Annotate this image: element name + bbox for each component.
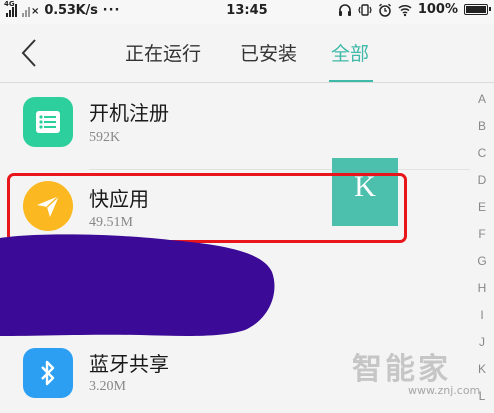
index-letter[interactable]: A: [470, 92, 494, 106]
signal-icon: 4G: [4, 0, 17, 17]
tab-running[interactable]: 正在运行: [125, 39, 201, 66]
tab-all[interactable]: 全部: [331, 39, 369, 66]
watermark: 智能家 www.znj.com: [352, 340, 492, 406]
battery-icon: [464, 4, 491, 15]
net-speed: 0.53K/s: [44, 3, 98, 18]
index-letter[interactable]: B: [470, 119, 494, 133]
status-right: 100%: [338, 2, 491, 17]
index-letter[interactable]: H: [470, 281, 494, 295]
index-letter[interactable]: D: [470, 173, 494, 187]
status-bar: 4G × 0.53K/s ··· 13:45 100%: [0, 0, 494, 24]
index-letter[interactable]: E: [470, 200, 494, 214]
network-type: 4G: [4, 0, 15, 8]
battery-level: [466, 6, 486, 13]
app-name: 蓝牙共享: [89, 352, 169, 376]
tab-installed[interactable]: 已安装: [240, 39, 297, 66]
wifi-icon: [398, 3, 412, 17]
back-button[interactable]: [12, 36, 46, 70]
index-letter[interactable]: I: [470, 308, 494, 322]
app-size: 592K: [89, 130, 121, 145]
vibrate-icon: [358, 3, 372, 17]
index-letter[interactable]: C: [470, 146, 494, 160]
watermark-url: www.znj.com: [408, 384, 481, 397]
list-divider: [89, 169, 470, 170]
list-item-boot-registration[interactable]: 开机注册 592K: [0, 93, 470, 163]
list-icon: [23, 97, 73, 147]
watermark-text: 智能家: [352, 352, 451, 387]
alarm-icon: [378, 3, 392, 17]
chevron-left-icon: [21, 39, 36, 67]
bluetooth-icon: [23, 348, 73, 398]
no-signal-icon: ×: [22, 4, 39, 17]
tab-bar: 正在运行 已安装 全部: [0, 24, 494, 82]
app-name: 开机注册: [89, 101, 169, 125]
status-left: 4G × 0.53K/s ···: [4, 0, 121, 18]
index-letter[interactable]: G: [470, 254, 494, 268]
headset-icon: [338, 3, 352, 17]
battery-percent: 100%: [417, 2, 458, 17]
app-size: 3.20M: [89, 379, 126, 394]
redaction-scribble: [0, 234, 275, 336]
more-notifications: ···: [102, 3, 121, 18]
index-letter[interactable]: F: [470, 227, 494, 241]
